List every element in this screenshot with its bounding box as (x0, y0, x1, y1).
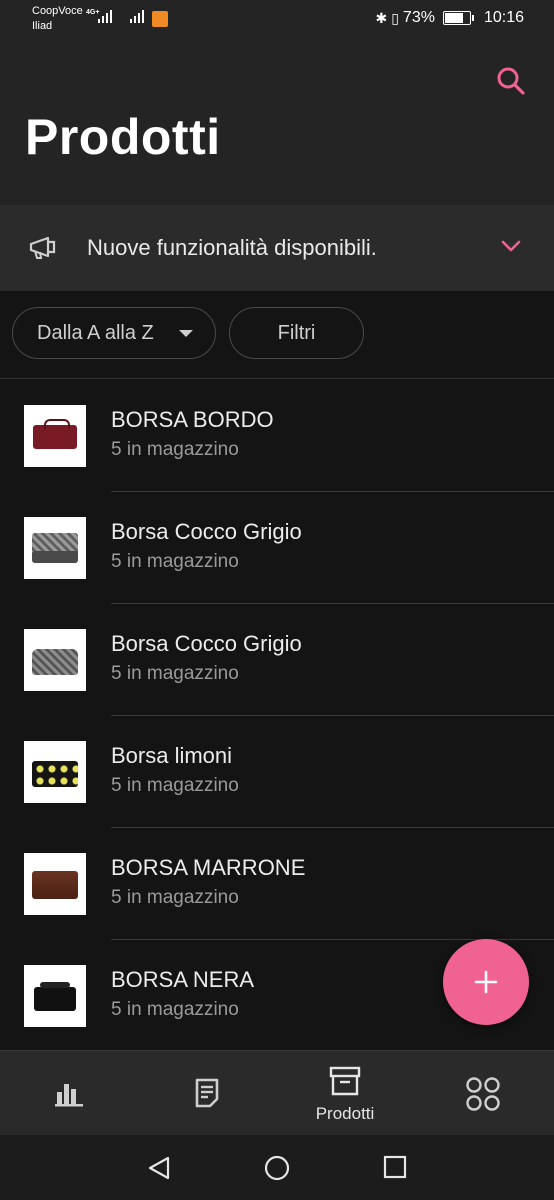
page-title: Prodotti (25, 109, 221, 165)
search-icon[interactable] (496, 66, 526, 96)
battery-icon (442, 11, 471, 25)
document-icon (195, 1078, 219, 1108)
product-name: Borsa Cocco Grigio (111, 519, 302, 544)
list-item[interactable]: Borsa limoni 5 in magazzino (0, 716, 554, 828)
archive-box-icon (329, 1066, 361, 1096)
banner-text: Nuove funzionalità disponibili. (87, 235, 377, 260)
filter-label: Filtri (277, 321, 316, 344)
product-name: Borsa Cocco Grigio (111, 631, 302, 656)
vibrate-icon: ▯ (391, 9, 399, 26)
apps-grid-icon (466, 1077, 500, 1111)
plus-icon (474, 970, 498, 994)
divider (0, 378, 554, 379)
nav-stats[interactable] (0, 1051, 138, 1136)
list-item[interactable]: BORSA BORDO 5 in magazzino (0, 380, 554, 492)
nav-products[interactable]: Prodotti (276, 1051, 414, 1136)
caret-down-icon (179, 330, 193, 337)
status-right: ✱ ▯ 73% 10:16 (375, 9, 524, 27)
nav-more[interactable] (414, 1051, 552, 1136)
carrier-2: Iliad (32, 20, 53, 32)
product-thumbnail (24, 853, 86, 915)
product-thumbnail (24, 517, 86, 579)
home-icon[interactable] (263, 1155, 291, 1183)
signal-icon (98, 10, 112, 23)
filter-button[interactable]: Filtri (229, 307, 364, 359)
signal-icon-2 (130, 10, 144, 23)
product-name: BORSA BORDO (111, 407, 274, 432)
product-thumbnail (24, 629, 86, 691)
battery-percent: 73% (402, 9, 435, 26)
list-item[interactable]: BORSA MARRONE 5 in magazzino (0, 828, 554, 940)
recents-icon[interactable] (382, 1155, 408, 1181)
sort-label: Dalla A alla Z (37, 321, 154, 344)
bluetooth-icon: ✱ (375, 9, 388, 26)
nav-products-label: Prodotti (315, 1104, 375, 1123)
product-stock: 5 in magazzino (111, 887, 239, 908)
list-item[interactable]: Borsa Cocco Grigio 5 in magazzino (0, 492, 554, 604)
add-product-button[interactable] (443, 939, 529, 1025)
notification-app-icon (152, 11, 168, 27)
product-name: BORSA NERA (111, 967, 255, 992)
status-bar: CoopVoce Iliad 4G+ ✱ ▯ 73% 10:16 (0, 0, 554, 40)
bottom-navigation: Prodotti (0, 1050, 554, 1136)
product-thumbnail (24, 405, 86, 467)
product-stock: 5 in magazzino (111, 551, 239, 572)
system-navigation-bar (0, 1135, 554, 1200)
megaphone-icon (29, 236, 56, 259)
product-stock: 5 in magazzino (111, 663, 239, 684)
clock: 10:16 (483, 9, 524, 26)
back-icon[interactable] (146, 1155, 172, 1181)
carrier-names: CoopVoce Iliad (32, 4, 83, 34)
product-stock: 5 in magazzino (111, 999, 239, 1020)
bar-chart-icon (55, 1084, 83, 1107)
product-thumbnail (24, 741, 86, 803)
product-name: Borsa limoni (111, 743, 233, 768)
nav-orders[interactable] (138, 1051, 276, 1136)
product-name: BORSA MARRONE (111, 855, 306, 880)
chevron-down-icon[interactable] (499, 234, 523, 258)
product-thumbnail (24, 965, 86, 1027)
list-item[interactable]: Borsa Cocco Grigio 5 in magazzino (0, 604, 554, 716)
sort-dropdown[interactable]: Dalla A alla Z (12, 307, 216, 359)
product-stock: 5 in magazzino (111, 439, 239, 460)
product-stock: 5 in magazzino (111, 775, 239, 796)
carrier-1: CoopVoce (32, 5, 83, 17)
